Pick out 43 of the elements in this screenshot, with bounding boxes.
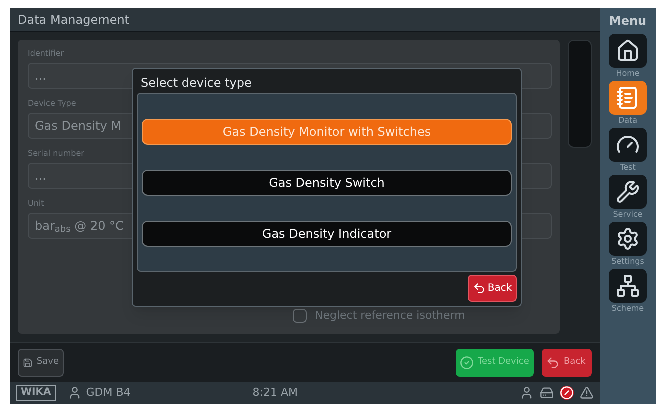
notepad-icon bbox=[616, 86, 640, 110]
clock: 8:21 AM bbox=[252, 384, 298, 401]
menu-label: Scheme bbox=[612, 303, 644, 315]
check-icon bbox=[460, 356, 474, 370]
back-arrow-icon bbox=[472, 282, 486, 295]
menu-label: Service bbox=[613, 209, 643, 221]
dialog-title: Select device type bbox=[140, 75, 253, 92]
back-button[interactable]: Back bbox=[542, 348, 592, 376]
field-label: Unit bbox=[28, 198, 46, 210]
menu-label: Data bbox=[618, 115, 638, 127]
field-label: Identifier bbox=[28, 48, 66, 60]
scheme-icon bbox=[616, 274, 640, 298]
device-type-option[interactable]: Gas Density Monitor with Switches bbox=[142, 119, 512, 145]
warning-icon[interactable] bbox=[580, 386, 594, 400]
menu-button[interactable] bbox=[609, 222, 647, 256]
gear-icon bbox=[616, 227, 640, 251]
device-type-option[interactable]: Gas Density Switch bbox=[142, 170, 512, 196]
menu-button[interactable] bbox=[609, 34, 647, 68]
device-icon[interactable] bbox=[540, 386, 554, 400]
window-title: Data Management bbox=[18, 12, 130, 28]
menu-label: Test bbox=[620, 162, 636, 174]
error-icon[interactable] bbox=[560, 386, 574, 400]
menu-button[interactable] bbox=[609, 269, 647, 303]
wrench-icon bbox=[616, 180, 640, 204]
menu-button[interactable] bbox=[609, 128, 647, 162]
logo: WIKA bbox=[16, 385, 56, 401]
menu-label: Home bbox=[616, 68, 640, 80]
menu-title: Menu bbox=[609, 13, 647, 30]
user-icon[interactable] bbox=[520, 386, 534, 400]
back-arrow-icon bbox=[546, 356, 560, 370]
field-label: Serial number bbox=[28, 148, 86, 160]
user-icon bbox=[68, 386, 82, 400]
save-button[interactable]: Save bbox=[18, 348, 64, 376]
device-type-option[interactable]: Gas Density Indicator bbox=[142, 221, 512, 247]
checkbox[interactable] bbox=[293, 309, 307, 324]
menu-button[interactable] bbox=[609, 175, 647, 209]
field-label: Device Type bbox=[28, 98, 78, 110]
checkbox-label: Neglect reference isotherm bbox=[315, 308, 466, 324]
user-name: GDM B4 bbox=[86, 384, 131, 401]
house-icon bbox=[616, 39, 640, 63]
menu-label: Settings bbox=[612, 256, 644, 268]
back-button[interactable]: Back bbox=[468, 275, 517, 302]
menu-button[interactable] bbox=[609, 81, 647, 115]
